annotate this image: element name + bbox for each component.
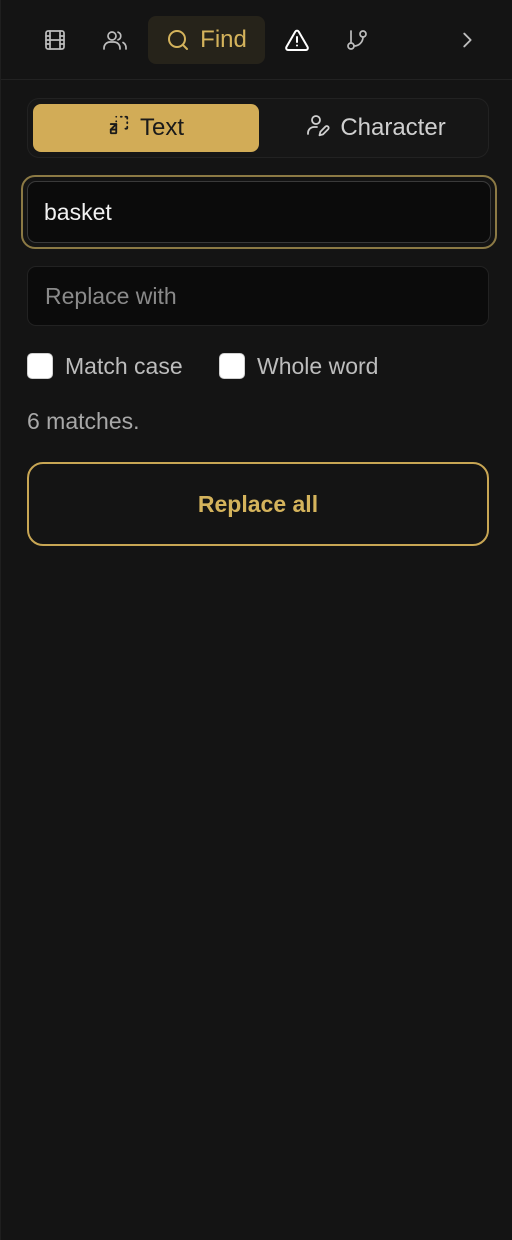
- chevron-right-icon: [456, 29, 478, 51]
- text-select-icon: [108, 114, 130, 143]
- find-input-focus-ring: [21, 175, 497, 249]
- replace-input[interactable]: [27, 266, 489, 326]
- search-mode-segment: Text Character: [27, 98, 489, 158]
- branch-button[interactable]: [333, 16, 381, 64]
- find-tab-button[interactable]: Find: [148, 16, 265, 64]
- find-input[interactable]: [27, 181, 491, 243]
- mode-character-button[interactable]: Character: [268, 104, 484, 152]
- more-tabs-button[interactable]: [443, 16, 491, 64]
- search-icon: [166, 28, 190, 52]
- mode-text-button[interactable]: Text: [33, 104, 259, 152]
- users-icon: [102, 28, 128, 52]
- film-icon: [43, 28, 67, 52]
- replace-all-button[interactable]: Replace all: [27, 462, 489, 546]
- mode-text-label: Text: [139, 114, 184, 141]
- find-replace-panel: Find Text Character basket Replace with …: [0, 0, 512, 1240]
- toolbar: Find: [1, 0, 512, 80]
- whole-word-checkbox[interactable]: [219, 353, 245, 379]
- user-pen-icon: [306, 113, 330, 144]
- find-tab-label: Find: [200, 26, 247, 53]
- film-button[interactable]: [31, 16, 79, 64]
- warning-icon: [284, 28, 310, 52]
- whole-word-label: Whole word: [257, 352, 379, 379]
- branch-icon: [345, 28, 369, 52]
- match-case-option[interactable]: Match case: [27, 352, 183, 380]
- whole-word-option[interactable]: Whole word: [219, 352, 378, 380]
- users-button[interactable]: [91, 16, 139, 64]
- match-case-checkbox[interactable]: [27, 353, 53, 379]
- warnings-button[interactable]: [273, 16, 321, 64]
- match-count: 6 matches.: [27, 408, 140, 434]
- match-case-label: Match case: [65, 352, 183, 379]
- mode-character-label: Character: [340, 114, 446, 141]
